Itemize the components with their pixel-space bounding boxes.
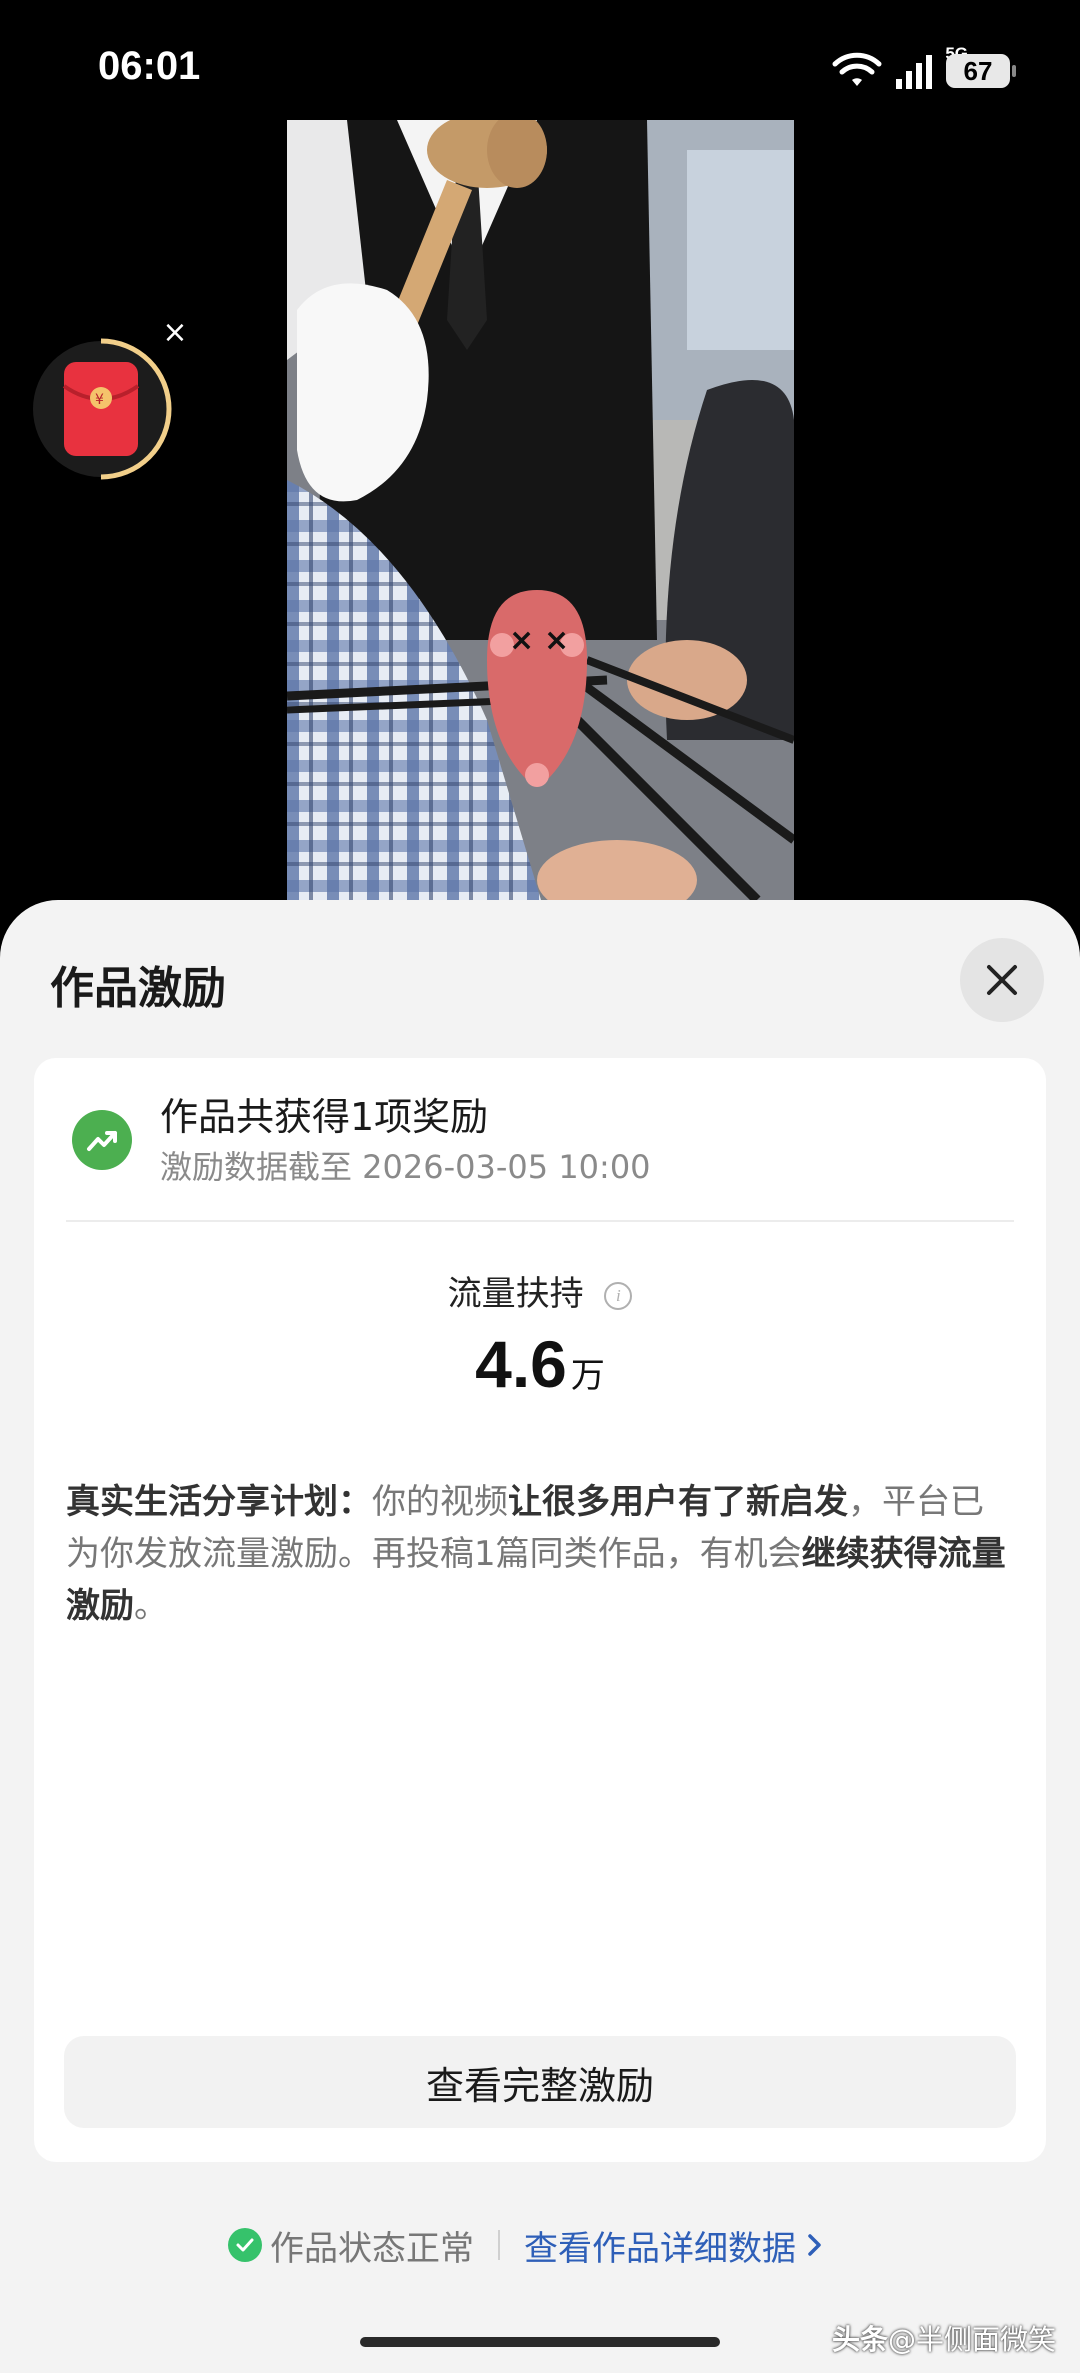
link-text: 查看作品详细数据 xyxy=(524,2228,796,2269)
svg-text:×: × xyxy=(544,623,569,658)
status-time: 06:01 xyxy=(98,44,201,88)
footer-status: 作品状态正常 查看作品详细数据 xyxy=(228,2220,826,2270)
red-packet-widget[interactable]: ¥ xyxy=(30,338,172,480)
red-packet-icon: ¥ xyxy=(33,338,172,480)
chevron-right-icon xyxy=(808,2234,821,2256)
check-icon xyxy=(228,2228,262,2262)
status-bar: 06:01 5G 67 xyxy=(0,0,1080,140)
desc-part5: 。 xyxy=(134,1586,168,1626)
reward-description: 真实生活分享计划：你的视频让很多用户有了新启发，平台已为你发放流量激励。再投稿1… xyxy=(66,1476,1014,1632)
close-button[interactable] xyxy=(960,938,1044,1022)
reward-card: 作品共获得1项奖励 激励数据截至 2026-03-05 10:00 流量扶持 i… xyxy=(34,1058,1046,2162)
footer-separator xyxy=(498,2230,500,2260)
close-icon xyxy=(987,965,1017,995)
reward-subtitle: 激励数据截至 2026-03-05 10:00 xyxy=(160,1148,651,1186)
red-packet-close-icon[interactable]: × xyxy=(160,318,190,348)
trending-up-icon xyxy=(72,1110,132,1170)
metric-number: 4.6 xyxy=(475,1327,567,1401)
wifi-icon xyxy=(832,52,882,86)
metric-label-text: 流量扶持 xyxy=(447,1274,584,1314)
battery-level: 67 xyxy=(963,55,993,86)
view-full-reward-button[interactable]: 查看完整激励 xyxy=(64,2036,1016,2128)
view-detailed-data-link[interactable]: 查看作品详细数据 xyxy=(524,2221,826,2270)
divider xyxy=(66,1220,1014,1222)
info-icon[interactable]: i xyxy=(604,1281,633,1310)
watermark-brand: 头条 xyxy=(831,2323,888,2356)
signal-icon xyxy=(896,55,932,89)
metric-value: 4.6 万 xyxy=(34,1326,1046,1402)
video-frame: × × xyxy=(287,120,794,920)
watermark: 头条@半侧面微笑 xyxy=(832,2318,1056,2358)
plan-name: 真实生活分享计划： xyxy=(66,1482,372,1522)
reward-title: 作品共获得1项奖励 xyxy=(160,1095,489,1139)
metric-unit: 万 xyxy=(570,1356,605,1396)
incentive-sheet: 作品激励 作品共获得1项奖励 激励数据截至 2026-03-05 10:00 流… xyxy=(0,900,1080,2373)
screen: 06:01 5G 67 xyxy=(0,0,1080,2373)
watermark-handle: @半侧面微笑 xyxy=(887,2323,1056,2356)
svg-text:×: × xyxy=(509,623,534,658)
desc-part1: 你的视频 xyxy=(372,1482,508,1522)
desc-highlight: 让很多用户有了新启发 xyxy=(508,1482,848,1522)
home-indicator[interactable] xyxy=(360,2337,720,2347)
svg-text:¥: ¥ xyxy=(95,392,104,408)
metric-label: 流量扶持 i xyxy=(34,1266,1046,1315)
status-icons: 67 xyxy=(832,48,1016,94)
battery-indicator: 67 xyxy=(946,54,1016,88)
status-text: 作品状态正常 xyxy=(270,2228,474,2269)
video-player[interactable]: × × xyxy=(287,120,794,920)
sheet-title: 作品激励 xyxy=(50,963,226,1014)
